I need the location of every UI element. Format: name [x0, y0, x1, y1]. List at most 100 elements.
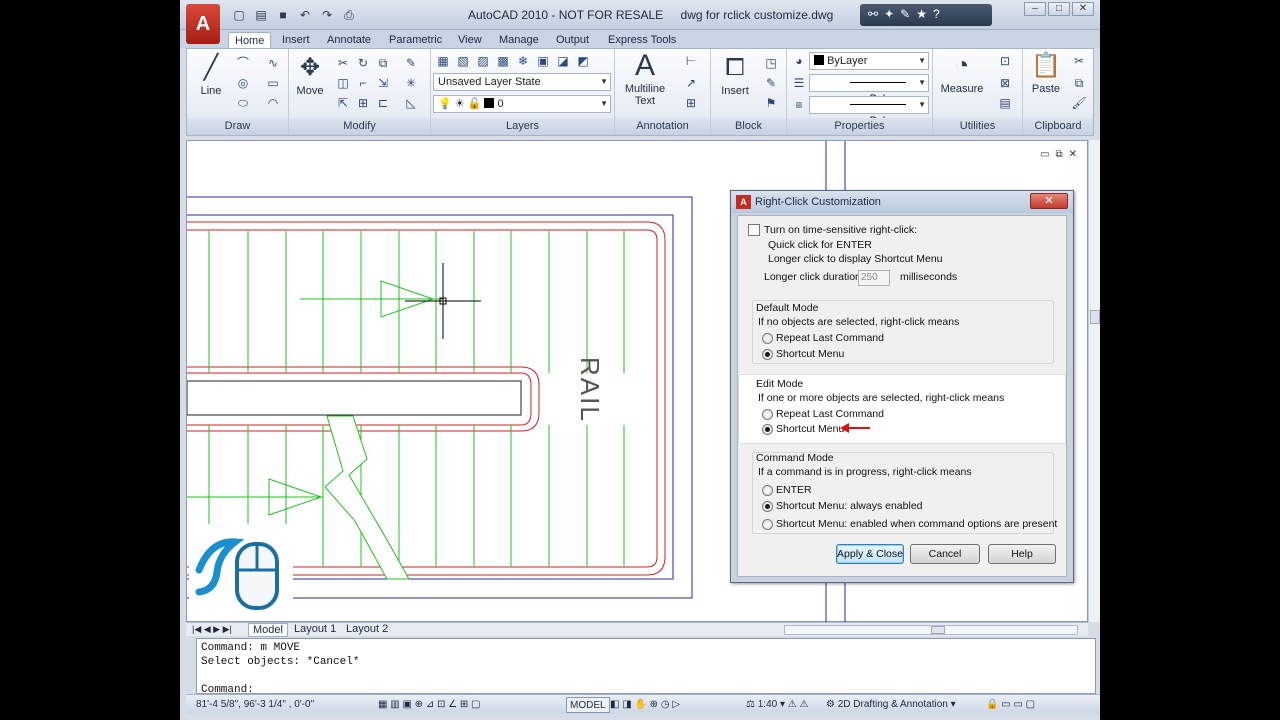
- workspace-switcher[interactable]: ⚙ 2D Drafting & Annotation ▾: [826, 697, 956, 713]
- fillet-icon[interactable]: ⌐: [355, 75, 371, 91]
- line-button[interactable]: ╱ Line: [193, 53, 229, 97]
- stretch-icon[interactable]: ⇲: [375, 75, 391, 91]
- color-wheel-icon[interactable]: ◕: [791, 53, 807, 69]
- utilities-panel-title[interactable]: Utilities: [933, 118, 1022, 135]
- color-dropdown[interactable]: ByLayer ▼: [809, 52, 929, 70]
- help-icon[interactable]: ?: [933, 7, 940, 23]
- spline-icon[interactable]: ∿: [265, 55, 281, 71]
- copy-icon[interactable]: ⧉: [375, 55, 391, 71]
- layer-freeze-icon[interactable]: ❄: [515, 53, 531, 69]
- polyline-icon[interactable]: ⌒: [235, 55, 251, 71]
- create-block-icon[interactable]: ◳: [763, 55, 779, 71]
- trim-icon[interactable]: ✂: [335, 55, 351, 71]
- undo-icon[interactable]: ↶: [296, 7, 314, 23]
- scale-icon[interactable]: ⇱: [335, 95, 351, 111]
- save-icon[interactable]: ■: [274, 7, 292, 23]
- match-properties-icon[interactable]: 🖌: [1071, 95, 1087, 111]
- command-options-radio[interactable]: [762, 519, 773, 530]
- key-icon[interactable]: ✎: [900, 7, 910, 23]
- help-button[interactable]: Help: [988, 544, 1056, 564]
- tab-parametric[interactable]: Parametric: [383, 32, 448, 48]
- arc-icon[interactable]: ◠: [265, 95, 281, 111]
- print-icon[interactable]: ⎙: [340, 7, 358, 23]
- layer-isolate-icon[interactable]: ▨: [475, 53, 491, 69]
- cancel-button[interactable]: Cancel: [910, 544, 980, 564]
- draw-panel-title[interactable]: Draw: [187, 118, 288, 135]
- edit-repeat-radio[interactable]: [762, 409, 773, 420]
- lock-icon[interactable]: 🔒 ▭ ▭ ▢: [986, 697, 1035, 713]
- chamfer-icon[interactable]: ◺: [403, 95, 419, 111]
- rectangle-icon[interactable]: ▭: [265, 75, 281, 91]
- new-icon[interactable]: ▢: [230, 7, 248, 23]
- multiline-text-button[interactable]: A Multiline Text: [619, 51, 671, 108]
- array-icon[interactable]: ⊞: [355, 95, 371, 111]
- mirror-icon[interactable]: ◫: [335, 75, 351, 91]
- erase-icon[interactable]: ✎: [403, 55, 419, 71]
- circle-icon[interactable]: ◎: [235, 75, 251, 91]
- minimize-icon[interactable]: ▭: [1040, 149, 1049, 160]
- paste-button[interactable]: 📋 Paste: [1027, 51, 1065, 95]
- linetype-dropdown[interactable]: ByLayer▼: [809, 74, 929, 105]
- close-icon[interactable]: ✕: [1072, 2, 1094, 16]
- duration-input[interactable]: 250: [858, 270, 890, 286]
- horizontal-scrollbar[interactable]: [784, 625, 1078, 635]
- tab-output[interactable]: Output: [550, 32, 595, 48]
- coordinate-readout[interactable]: 81'-4 5/8", 96'-3 1/4" , 0'-0": [196, 699, 314, 710]
- annotation-panel-title[interactable]: Annotation: [615, 118, 710, 135]
- time-sensitive-checkbox[interactable]: [748, 224, 760, 236]
- annotation-scale[interactable]: ⚖ 1:40 ▾ ⚠ ⚠: [746, 697, 809, 713]
- default-repeat-radio[interactable]: [762, 333, 773, 344]
- dialog-title-bar[interactable]: A Right-Click Customization ✕: [731, 191, 1073, 213]
- command-enter-radio[interactable]: [762, 485, 773, 496]
- calculator-icon[interactable]: ▤: [997, 95, 1013, 111]
- attribute-icon[interactable]: ⚑: [763, 95, 779, 111]
- rotate-icon[interactable]: ↻: [355, 55, 371, 71]
- tab-layout-2[interactable]: Layout 2: [342, 623, 392, 637]
- dialog-close-button[interactable]: ✕: [1030, 193, 1068, 209]
- binoculars-icon[interactable]: ⚯: [868, 7, 878, 23]
- command-always-radio[interactable]: [762, 501, 773, 512]
- open-icon[interactable]: ▤: [252, 7, 270, 23]
- edit-shortcut-radio[interactable]: [762, 424, 773, 435]
- quick-select-icon[interactable]: ⊡: [997, 53, 1013, 69]
- snap-icon[interactable]: ▦ ▥ ▣ ⊕ ⊿ ⊡ ∠ ⊞ ▢: [378, 697, 481, 713]
- layer-match-icon[interactable]: ◪: [555, 53, 571, 69]
- ellipse-icon[interactable]: ⬭: [235, 95, 251, 111]
- layer-state-dropdown[interactable]: Unsaved Layer State ▼: [433, 73, 611, 91]
- tab-express-tools[interactable]: Express Tools: [602, 32, 682, 48]
- restore-icon[interactable]: ⧉: [1055, 149, 1062, 160]
- dimension-icon[interactable]: ⊢: [683, 53, 699, 69]
- star-icon[interactable]: ★: [916, 7, 927, 23]
- table-icon[interactable]: ⊞: [683, 95, 699, 111]
- modify-panel-title[interactable]: Modify: [289, 118, 430, 135]
- cut-icon[interactable]: ✂: [1071, 53, 1087, 69]
- tab-model[interactable]: Model: [248, 623, 288, 637]
- block-panel-title[interactable]: Block: [711, 118, 786, 135]
- default-shortcut-radio[interactable]: [762, 349, 773, 360]
- maximize-icon[interactable]: □: [1048, 2, 1070, 16]
- application-menu-button[interactable]: A: [186, 4, 220, 44]
- tab-home[interactable]: Home: [228, 32, 272, 48]
- lineweight-dropdown[interactable]: ByLayer▼: [809, 96, 929, 127]
- measure-button[interactable]: ◔ Measure: [937, 51, 987, 95]
- command-window[interactable]: Command: m MOVE Select objects: *Cancel*…: [196, 638, 1096, 696]
- tab-annotate[interactable]: Annotate: [321, 32, 377, 48]
- tab-layout-1[interactable]: Layout 1: [290, 623, 340, 637]
- select-all-icon[interactable]: ⊠: [997, 75, 1013, 91]
- tab-manage[interactable]: Manage: [493, 32, 545, 48]
- minimize-icon[interactable]: –: [1024, 2, 1046, 16]
- model-space-button[interactable]: MODEL: [566, 697, 610, 713]
- layers-panel-title[interactable]: Layers: [431, 118, 614, 135]
- layer-lock-icon[interactable]: ▣: [535, 53, 551, 69]
- properties-panel-title[interactable]: Properties: [787, 118, 932, 135]
- layer-states-icon[interactable]: ▧: [455, 53, 471, 69]
- tab-insert[interactable]: Insert: [276, 32, 316, 48]
- quick-view-icon[interactable]: ◧ ◨ ✋ ⊕ ◷ ▷: [610, 697, 680, 713]
- first-tab-icon[interactable]: |◀ ◀ ▶ ▶|: [188, 623, 236, 637]
- lineweight-icon[interactable]: ≡: [791, 97, 807, 113]
- offset-icon[interactable]: ⊏: [375, 95, 391, 111]
- hscroll-thumb[interactable]: [931, 626, 945, 634]
- redo-icon[interactable]: ↷: [318, 7, 336, 23]
- move-button[interactable]: ✥ Move: [293, 53, 327, 97]
- clipboard-panel-title[interactable]: Clipboard: [1023, 118, 1093, 135]
